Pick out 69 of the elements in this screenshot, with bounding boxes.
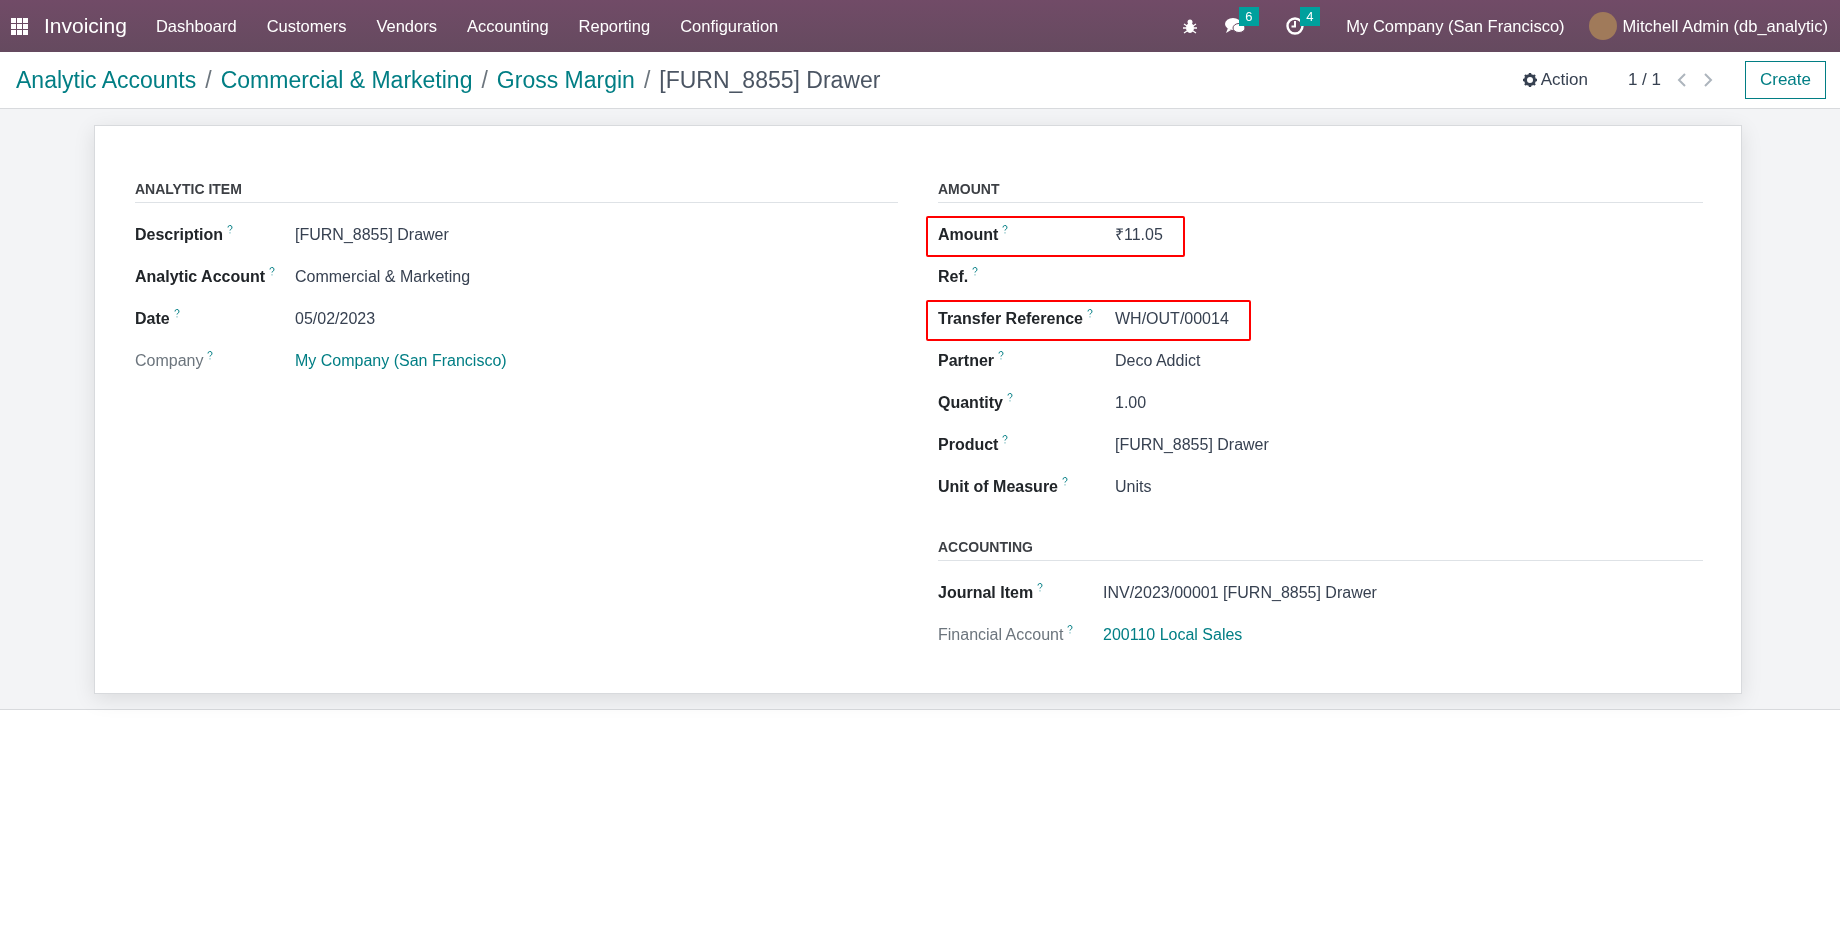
help-icon[interactable] [1086,309,1093,318]
gear-icon [1522,73,1537,87]
breadcrumb-separator: / [643,65,651,95]
avatar-icon[interactable] [1588,12,1617,40]
help-icon[interactable] [1006,393,1013,402]
help-icon[interactable] [227,225,233,234]
help-icon[interactable] [1037,583,1044,592]
menu-item[interactable]: Reporting [563,13,666,39]
section-heading: ACCOUNTING [938,537,1703,561]
help-icon[interactable] [269,267,276,276]
field-link[interactable]: My Company (San Francisco) [295,349,507,373]
field-value: Commercial & Marketing [295,267,471,287]
previous-icon[interactable] [1676,73,1687,87]
action-button[interactable]: Action [1522,67,1588,93]
field-value: [FURN_8855] Drawer [1115,435,1269,455]
field-label: Product [938,435,999,455]
field-value: ₹11.05 [1115,225,1163,245]
clock-icon[interactable] [1286,17,1305,35]
field-value: INV/2023/00001 [FURN_8855] Drawer [1103,583,1377,603]
field-value: [FURN_8855] Drawer [295,225,449,245]
create-button[interactable]: Create [1744,61,1826,99]
activity-count-badge: 4 [1300,7,1320,26]
field-value: WH/OUT/00014 [1115,309,1229,329]
field-label: Date [135,309,170,329]
breadcrumb[interactable]: Analytic Accounts [16,62,197,98]
field-label: Unit of Measure [938,477,1058,497]
field-label: Transfer Reference [938,309,1083,329]
field-value: Units [1115,477,1152,497]
field-link[interactable]: 200110 Local Sales [1103,623,1243,647]
field-label: Partner [938,351,995,371]
bug-icon[interactable] [1182,18,1199,34]
field-label: Description [135,225,223,245]
company-switcher[interactable]: My Company (San Francisco) [1346,13,1565,39]
field-label: Analytic Account [135,267,266,287]
apps-grid-icon[interactable] [11,17,28,35]
help-icon[interactable] [998,351,1005,360]
pager-value[interactable]: 1 / 1 [1627,67,1661,93]
breadcrumb[interactable]: Commercial & Marketing [220,62,473,98]
section-heading: ANALYTIC ITEM [135,179,898,203]
field-value: 1.00 [1115,393,1147,413]
next-icon[interactable] [1702,73,1713,87]
breadcrumb: [FURN_8855] Drawer [659,65,881,95]
field-label: Quantity [938,393,1003,413]
menu-item[interactable]: Dashboard [140,13,252,39]
help-icon[interactable] [1002,435,1009,444]
help-icon[interactable] [972,267,979,276]
help-icon[interactable] [1002,225,1009,234]
field-label: Financial Account [938,625,1064,645]
help-icon[interactable] [207,351,214,360]
field-label: Journal Item [938,583,1034,603]
menu-item[interactable]: Vendors [361,13,452,39]
app-name[interactable]: Invoicing [44,10,127,42]
field-label: Amount [938,225,999,245]
menu-item[interactable]: Accounting [451,13,564,39]
help-icon[interactable] [173,309,180,318]
field-label: Ref. [938,267,969,287]
breadcrumb-separator: / [481,65,488,95]
user-menu[interactable]: Mitchell Admin (db_analytic) [1622,13,1828,39]
breadcrumb-separator: / [205,65,212,95]
section-heading: AMOUNT [938,179,1703,203]
field-label: Company [135,351,204,371]
help-icon[interactable] [1067,625,1074,634]
message-count-badge: 6 [1239,7,1259,26]
field-value: Deco Addict [1115,351,1201,371]
menu-item[interactable]: Configuration [665,13,794,39]
breadcrumb[interactable]: Gross Margin [496,62,635,98]
menu-item[interactable]: Customers [251,13,362,39]
field-value: 05/02/2023 [295,309,376,329]
help-icon[interactable] [1062,477,1068,486]
